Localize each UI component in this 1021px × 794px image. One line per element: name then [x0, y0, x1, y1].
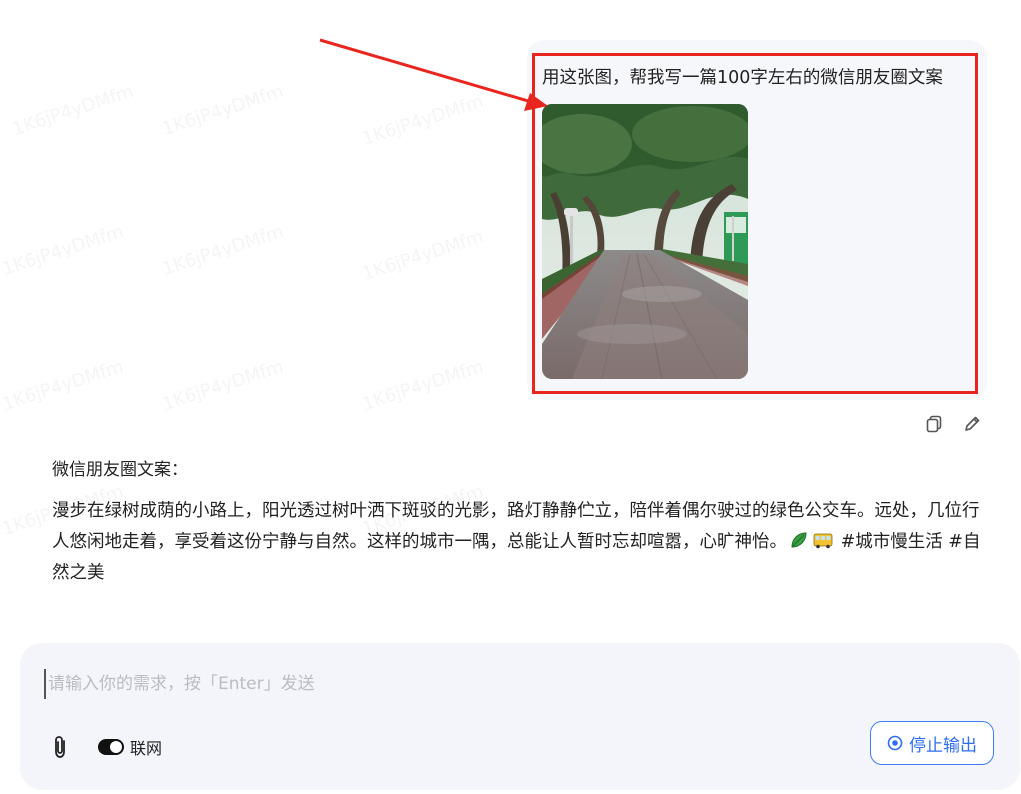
- pencil-icon[interactable]: [960, 412, 984, 436]
- toggle-switch[interactable]: [98, 739, 124, 755]
- prompt-input[interactable]: [44, 669, 948, 699]
- paperclip-icon[interactable]: [48, 734, 72, 760]
- annotation-highlight-box: [532, 53, 978, 394]
- toggle-knob: [110, 741, 122, 753]
- watermark: 1K6jP4yDMfm: [360, 356, 486, 415]
- watermark: 1K6jP4yDMfm: [360, 226, 486, 285]
- watermark: 1K6jP4yDMfm: [0, 356, 126, 415]
- watermark: 1K6jP4yDMfm: [160, 81, 286, 140]
- watermark: 1K6jP4yDMfm: [160, 356, 286, 415]
- watermark: 1K6jP4yDMfm: [360, 91, 486, 150]
- bus-emoji: [813, 533, 833, 549]
- stop-output-button[interactable]: 停止输出: [870, 721, 994, 765]
- reply-title: 微信朋友圈文案：: [52, 460, 188, 480]
- stop-circle-icon: [887, 735, 903, 751]
- stop-output-label: 停止输出: [909, 735, 977, 756]
- watermark: 1K6jP4yDMfm: [160, 221, 286, 280]
- leaf-emoji: [791, 532, 807, 548]
- network-label: 联网: [130, 739, 163, 758]
- chat-page: 1K6jP4yDMfm 1K6jP4yDMfm 1K6jP4yDMfm 1K6j…: [0, 0, 1021, 794]
- copy-icon[interactable]: [922, 412, 946, 436]
- message-actions: [922, 412, 984, 436]
- chat-composer: 联网 停止输出: [20, 643, 1020, 790]
- reply-body: 漫步在绿树成荫的小路上，阳光透过树叶洒下斑驳的光影，路灯静静伫立，陪伴着偶尔驶过…: [52, 496, 992, 589]
- watermark: 1K6jP4yDMfm: [10, 81, 136, 140]
- watermark: 1K6jP4yDMfm: [0, 221, 126, 280]
- network-toggle[interactable]: 联网: [98, 735, 162, 759]
